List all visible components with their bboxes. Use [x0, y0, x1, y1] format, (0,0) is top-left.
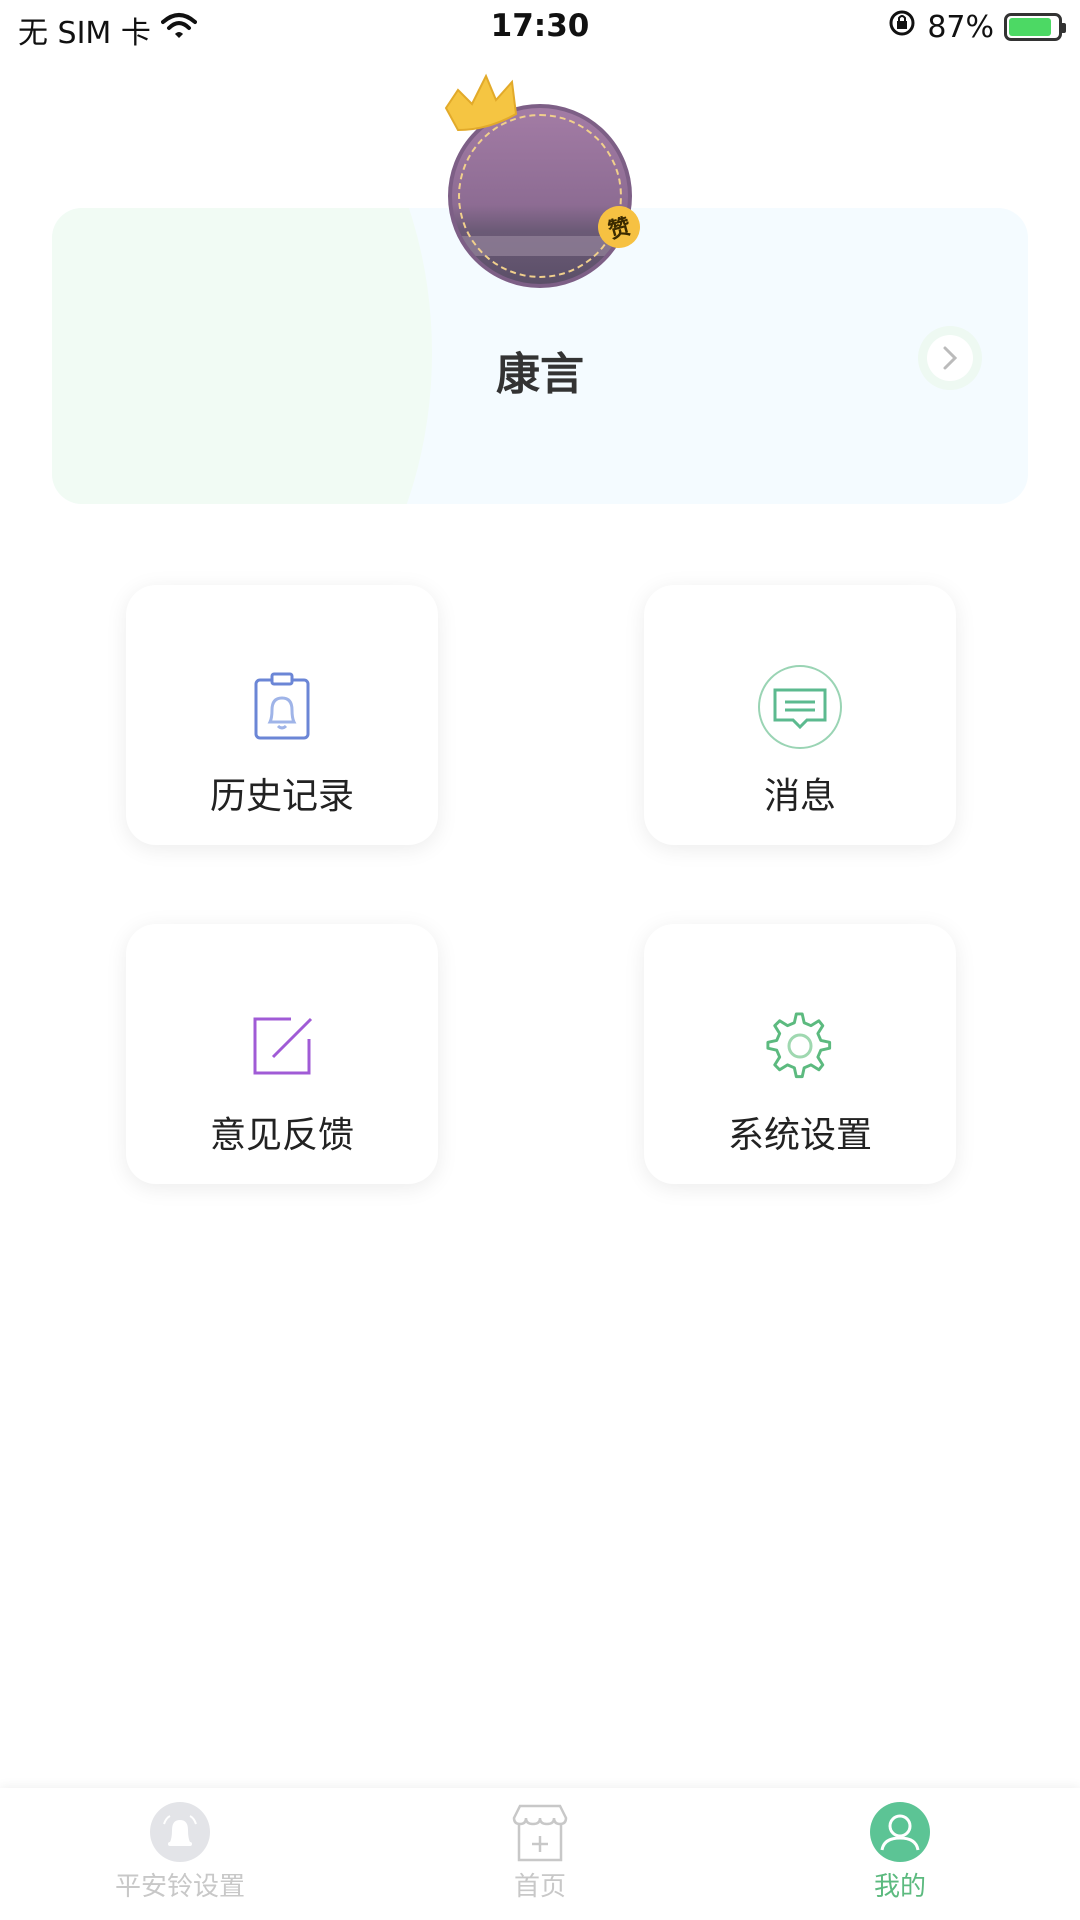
battery-percent: 87%: [927, 9, 994, 45]
settings-label: 系统设置: [727, 1115, 872, 1156]
tab-safety-bell-settings[interactable]: 平安铃设置: [0, 1788, 360, 1920]
username: 康言: [496, 349, 584, 400]
tab-label: 我的: [873, 1872, 926, 1902]
message-icon: [756, 663, 844, 751]
feedback-edit-icon: [238, 1002, 326, 1090]
message-label: 消息: [763, 776, 836, 817]
gear-icon: [756, 1002, 844, 1090]
feedback-tile[interactable]: 意见反馈: [126, 924, 438, 1184]
history-bell-icon: [238, 663, 326, 751]
feedback-label: 意见反馈: [209, 1115, 354, 1156]
battery-level: [1009, 18, 1051, 36]
tab-mine[interactable]: 我的: [720, 1788, 1080, 1920]
tab-home[interactable]: 首页: [360, 1788, 720, 1920]
chevron-right-icon: [927, 335, 973, 381]
crown-icon: [444, 73, 518, 132]
tab-label: 首页: [513, 1872, 566, 1902]
status-bar: 无 SIM 卡 17:30 87%: [0, 0, 1080, 54]
alarm-bell-icon: [150, 1802, 210, 1862]
rotation-lock-icon: [887, 8, 917, 46]
user-icon: [870, 1802, 930, 1862]
screen: 无 SIM 卡 17:30 87% 赞 康言 历史记录 消息 意见反馈 系统设置…: [0, 0, 1080, 1920]
history-label: 历史记录: [209, 776, 354, 817]
settings-tile[interactable]: 系统设置: [644, 924, 956, 1184]
profile-arrow-button[interactable]: [918, 326, 982, 390]
tab-label: 平安铃设置: [114, 1872, 245, 1902]
store-icon: [510, 1802, 570, 1862]
bottom-tab-bar: 平安铃设置 首页 我的: [0, 1788, 1080, 1920]
message-tile[interactable]: 消息: [644, 585, 956, 845]
battery-icon: [1004, 13, 1066, 41]
history-tile[interactable]: 历史记录: [126, 585, 438, 845]
avatar-container[interactable]: 赞: [444, 73, 645, 288]
